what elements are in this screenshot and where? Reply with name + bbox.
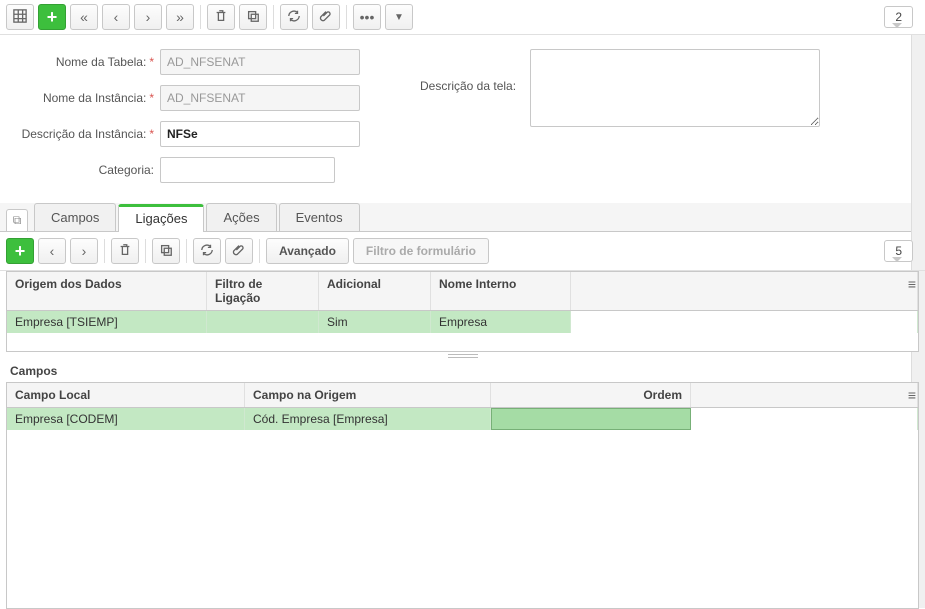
grid-ligacoes: ≡ Origem dos Dados Filtro de Ligação Adi… [6,271,919,352]
cell-nome-interno: Empresa [431,311,571,333]
tab-campos[interactable]: Campos [34,203,116,231]
paperclip-icon [319,9,333,26]
top-toolbar: + « ‹ › » ••• ▼ 2 [0,0,925,35]
refresh-icon [287,9,301,26]
section-title-campos: Campos [0,360,925,382]
label-desc-instancia: Descrição da Instância:* [10,127,160,141]
splitter-handle-icon [448,354,478,358]
separator [259,239,260,263]
chevron-down-icon: ▼ [394,12,404,23]
first-button[interactable]: « [70,4,98,30]
plus-icon: + [47,7,58,28]
col-adicional[interactable]: Adicional [319,272,431,310]
chevron-right-icon: › [82,243,87,259]
categoria-field[interactable] [160,157,335,183]
cell-campo-local: Empresa [CODEM] [7,408,245,430]
attach-button[interactable] [312,4,340,30]
label-nome-instancia: Nome da Instância:* [10,91,160,105]
col-campo-origem[interactable]: Campo na Origem [245,383,491,407]
desc-instancia-field[interactable] [160,121,360,147]
col-empty [691,383,918,407]
table-row[interactable]: Empresa [CODEM] Cód. Empresa [Empresa] [7,408,918,430]
double-chevron-left-icon: « [80,9,88,25]
last-button[interactable]: » [166,4,194,30]
cell-origem: Empresa [TSIEMP] [7,311,207,333]
separator [346,5,347,29]
chevron-left-icon: ‹ [114,9,119,25]
record-count-badge[interactable]: 2 [884,6,913,28]
col-filtro-ligacao[interactable]: Filtro de Ligação [207,272,319,310]
separator [186,239,187,263]
more-button[interactable]: ••• [353,4,381,30]
col-origem-dados[interactable]: Origem dos Dados [7,272,207,310]
copy-icon: ⧉ [13,213,22,228]
ellipsis-icon: ••• [360,9,375,25]
tabstrip: ⧉ Campos Ligações Ações Eventos [0,203,925,232]
grid-header: Campo Local Campo na Origem Ordem [7,383,918,408]
tab-acoes[interactable]: Ações [206,203,276,231]
sub-refresh-button[interactable] [193,238,221,264]
sub-delete-button[interactable] [111,238,139,264]
desc-tela-field[interactable] [530,49,820,127]
chevron-left-icon: ‹ [50,243,55,259]
label-categoria: Categoria: [10,163,160,177]
grid-menu-icon[interactable]: ≡ [908,387,916,403]
delete-button[interactable] [207,4,235,30]
nome-instancia-field[interactable] [160,85,360,111]
form-area: Nome da Tabela:* Nome da Instância:* Des… [0,35,925,203]
sub-next-button[interactable]: › [70,238,98,264]
cell-empty [571,311,918,333]
filtro-formulario-button[interactable]: Filtro de formulário [353,238,489,264]
cell-ordem[interactable] [491,408,691,430]
grid-icon [13,9,27,26]
add-button[interactable]: + [38,4,66,30]
paperclip-icon [232,243,246,260]
label-nome-tabela: Nome da Tabela:* [10,55,160,69]
sub-toolbar: + ‹ › Avançado Filtro de formulário 5 [0,232,925,271]
separator [145,239,146,263]
copy-button[interactable] [239,4,267,30]
tab-copy-button[interactable]: ⧉ [6,209,28,231]
prev-button[interactable]: ‹ [102,4,130,30]
chevron-right-icon: › [146,9,151,25]
trash-icon [118,243,132,260]
nome-tabela-field[interactable] [160,49,360,75]
grid-view-button[interactable] [6,4,34,30]
dropdown-button[interactable]: ▼ [385,4,413,30]
next-button[interactable]: › [134,4,162,30]
separator [200,5,201,29]
table-row[interactable]: Empresa [TSIEMP] Sim Empresa [7,311,918,333]
tab-ligacoes[interactable]: Ligações [118,204,204,232]
col-ordem[interactable]: Ordem [491,383,691,407]
separator [273,5,274,29]
col-nome-interno[interactable]: Nome Interno [431,272,571,310]
copy-icon [246,9,260,26]
copy-icon [159,243,173,260]
sub-record-count-badge[interactable]: 5 [884,240,913,262]
cell-empty [691,408,918,430]
splitter[interactable] [0,352,925,360]
cell-adicional: Sim [319,311,431,333]
cell-campo-origem: Cód. Empresa [Empresa] [245,408,491,430]
plus-icon: + [15,241,26,262]
label-desc-tela: Descrição da tela: [420,49,522,193]
tab-eventos[interactable]: Eventos [279,203,360,231]
avancado-button[interactable]: Avançado [266,238,349,264]
grid-header: Origem dos Dados Filtro de Ligação Adici… [7,272,918,311]
grid-campos: ≡ Campo Local Campo na Origem Ordem Empr… [6,382,919,609]
col-campo-local[interactable]: Campo Local [7,383,245,407]
cell-filtro [207,311,319,333]
trash-icon [214,9,228,26]
double-chevron-right-icon: » [176,9,184,25]
sub-prev-button[interactable]: ‹ [38,238,66,264]
refresh-icon [200,243,214,260]
sub-attach-button[interactable] [225,238,253,264]
grid-menu-icon[interactable]: ≡ [908,276,916,292]
sub-copy-button[interactable] [152,238,180,264]
sub-add-button[interactable]: + [6,238,34,264]
col-empty [571,272,918,310]
separator [104,239,105,263]
refresh-button[interactable] [280,4,308,30]
